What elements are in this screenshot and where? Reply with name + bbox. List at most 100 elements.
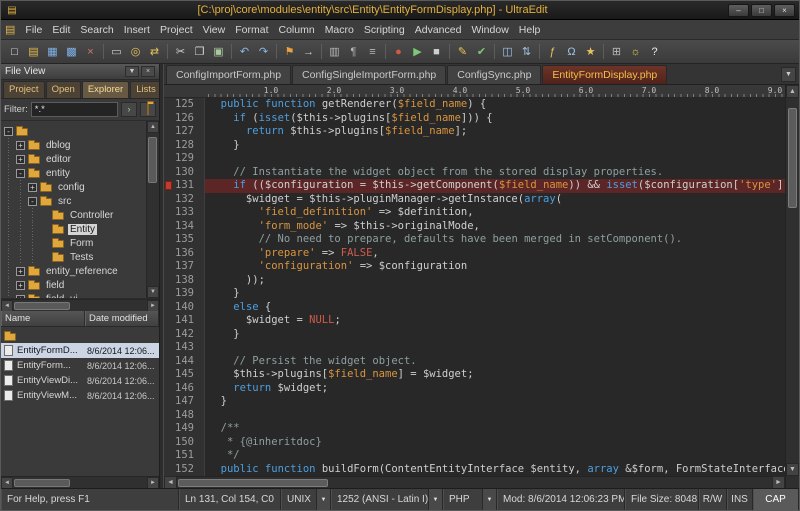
code-line-130[interactable]: 130 // Instantiate the widget object fro…	[164, 165, 785, 179]
tree-item-Entity[interactable]: Entity	[4, 222, 146, 236]
code-line-135[interactable]: 135 // No need to prepare, defaults have…	[164, 233, 785, 247]
code-line-127[interactable]: 127 return $this->plugins[$field_name];	[164, 125, 785, 139]
status-caps-lock[interactable]: CAP	[753, 489, 799, 510]
file-list-row[interactable]: EntityFormD... 8/6/2014 12:06...	[1, 343, 159, 358]
scroll-right-icon[interactable]: ►	[147, 299, 159, 312]
tree-item-entity_reference[interactable]: + entity_reference	[4, 264, 146, 278]
redo-icon[interactable]: ↷	[254, 42, 273, 61]
tree-item-Controller[interactable]: Controller	[4, 208, 146, 222]
paste-icon[interactable]: ▣	[209, 42, 228, 61]
close-file-icon[interactable]: ×	[81, 42, 100, 61]
code-line-129[interactable]: 129	[164, 152, 785, 166]
function-list-icon[interactable]: ƒ	[543, 42, 562, 61]
scroll-up-icon[interactable]: ▲	[786, 85, 799, 98]
tree-item-dblog[interactable]: + dblog	[4, 138, 146, 152]
app-icon[interactable]: ▤	[5, 5, 19, 16]
status-read-write[interactable]: R/W	[699, 489, 727, 510]
menu-edit[interactable]: Edit	[47, 22, 75, 38]
code-line-149[interactable]: 149 /**	[164, 422, 785, 436]
show-invisibles-icon[interactable]: ≡	[363, 42, 382, 61]
tab-list-button[interactable]: ▼	[781, 67, 796, 82]
menu-file[interactable]: File	[20, 22, 47, 38]
code-line-146[interactable]: 146 return $widget;	[164, 381, 785, 395]
menu-window[interactable]: Window	[466, 22, 513, 38]
code-line-152[interactable]: 152 public function buildForm(ContentEnt…	[164, 462, 785, 476]
status-syntax-language[interactable]: PHP	[443, 489, 483, 510]
find-icon[interactable]: ◎	[126, 42, 145, 61]
tree-expander-icon[interactable]: +	[16, 280, 25, 290]
status-line-ending[interactable]: UNIX	[281, 489, 317, 510]
line-ending-dropdown[interactable]: ▼	[317, 489, 331, 510]
tree-item-root[interactable]: -	[4, 124, 146, 138]
undo-icon[interactable]: ↶	[235, 42, 254, 61]
hscroll-thumb[interactable]	[178, 478, 328, 487]
file-list-row[interactable]: EntityForm... 8/6/2014 12:06...	[1, 358, 159, 373]
file-list-row[interactable]	[1, 328, 159, 343]
scroll-left-icon[interactable]: ◄	[1, 299, 13, 312]
script-edit-icon[interactable]: ✎	[453, 42, 472, 61]
tree-item-Tests[interactable]: Tests	[4, 250, 146, 264]
tree-horizontal-scrollbar[interactable]: ◄ ►	[1, 299, 159, 312]
scroll-down-icon[interactable]: ▼	[147, 286, 159, 298]
column-mode-icon[interactable]: ▥	[325, 42, 344, 61]
status-encoding[interactable]: 1252 (ANSI - Latin I)	[331, 489, 429, 510]
compare-files-icon[interactable]: ◫	[498, 42, 517, 61]
tips-icon[interactable]: ☼	[626, 42, 645, 61]
word-wrap-icon[interactable]: ¶	[344, 42, 363, 61]
tree-expander-icon[interactable]: +	[16, 266, 25, 276]
menu-scripting[interactable]: Scripting	[359, 22, 410, 38]
menu-macro[interactable]: Macro	[320, 22, 359, 38]
tab-ConfigSync.php[interactable]: ConfigSync.php	[447, 65, 542, 84]
sort-icon[interactable]: ⇅	[517, 42, 536, 61]
column-header-name[interactable]: Name	[1, 311, 85, 326]
code-line-131[interactable]: 131 if (($configuration = $this->getComp…	[164, 179, 785, 193]
browse-folder-button[interactable]	[140, 102, 156, 117]
menu-search[interactable]: Search	[75, 22, 118, 38]
code-line-150[interactable]: 150 * {@inheritdoc}	[164, 435, 785, 449]
tree-scroll-track[interactable]	[147, 133, 159, 286]
scroll-right-icon[interactable]: ►	[147, 476, 159, 489]
tab-ConfigSingleImportForm.php[interactable]: ConfigSingleImportForm.php	[292, 65, 447, 84]
code-line-143[interactable]: 143	[164, 341, 785, 355]
tree-item-field_ui[interactable]: + field_ui	[4, 292, 146, 298]
cut-icon[interactable]: ✂	[171, 42, 190, 61]
print-icon[interactable]: ▭	[107, 42, 126, 61]
scroll-up-icon[interactable]: ▲	[147, 121, 159, 133]
encoding-dropdown[interactable]: ▼	[429, 489, 443, 510]
tab-ConfigImportForm.php[interactable]: ConfigImportForm.php	[166, 65, 292, 84]
menu-format[interactable]: Format	[230, 22, 273, 38]
tab-EntityFormDisplay.php[interactable]: EntityFormDisplay.php	[542, 65, 668, 84]
templates-icon[interactable]: ★	[581, 42, 600, 61]
tree-expander-icon[interactable]: -	[4, 126, 13, 136]
editor-horizontal-scrollbar[interactable]: ◄ ►	[164, 476, 785, 489]
file-list-row[interactable]: EntityViewM... 8/6/2014 12:06...	[1, 388, 159, 403]
code-line-141[interactable]: 141 $widget = NULL;	[164, 314, 785, 328]
macro-record-icon[interactable]: ●	[389, 42, 408, 61]
sidebar-tab-project[interactable]: Project	[3, 81, 45, 98]
code-line-145[interactable]: 145 $this->plugins[$field_name] = $widge…	[164, 368, 785, 382]
code-line-138[interactable]: 138 ));	[164, 273, 785, 287]
tree-expander-icon[interactable]: +	[28, 182, 37, 192]
tree-scroll-thumb[interactable]	[148, 137, 157, 183]
tree-expander-icon[interactable]: +	[16, 154, 25, 164]
filter-input[interactable]	[30, 102, 118, 117]
bookmark-icon[interactable]: ⚑	[280, 42, 299, 61]
list-horizontal-scrollbar[interactable]: ◄ ►	[1, 476, 159, 489]
tree-expander-icon[interactable]: -	[28, 196, 37, 206]
open-file-icon[interactable]: ▤	[24, 42, 43, 61]
save-all-icon[interactable]: ▩	[62, 42, 81, 61]
menu-advanced[interactable]: Advanced	[410, 22, 467, 38]
tree-item-editor[interactable]: + editor	[4, 152, 146, 166]
menu-column[interactable]: Column	[274, 22, 320, 38]
help-icon[interactable]: ?	[645, 42, 664, 61]
maximize-button[interactable]: □	[751, 3, 772, 17]
scroll-left-icon[interactable]: ◄	[1, 476, 13, 489]
sidebar-tab-explorer[interactable]: Explorer	[81, 81, 130, 98]
tag-list-icon[interactable]: Ω	[562, 42, 581, 61]
sidebar-tab-open[interactable]: Open	[45, 81, 81, 98]
tree-item-config[interactable]: + config	[4, 180, 146, 194]
minimize-button[interactable]: –	[728, 3, 749, 17]
code-line-132[interactable]: 132 $widget = $this->pluginManager->getI…	[164, 192, 785, 206]
vscroll-track[interactable]	[786, 98, 799, 463]
code-line-126[interactable]: 126 if (isset($this->plugins[$field_name…	[164, 111, 785, 125]
